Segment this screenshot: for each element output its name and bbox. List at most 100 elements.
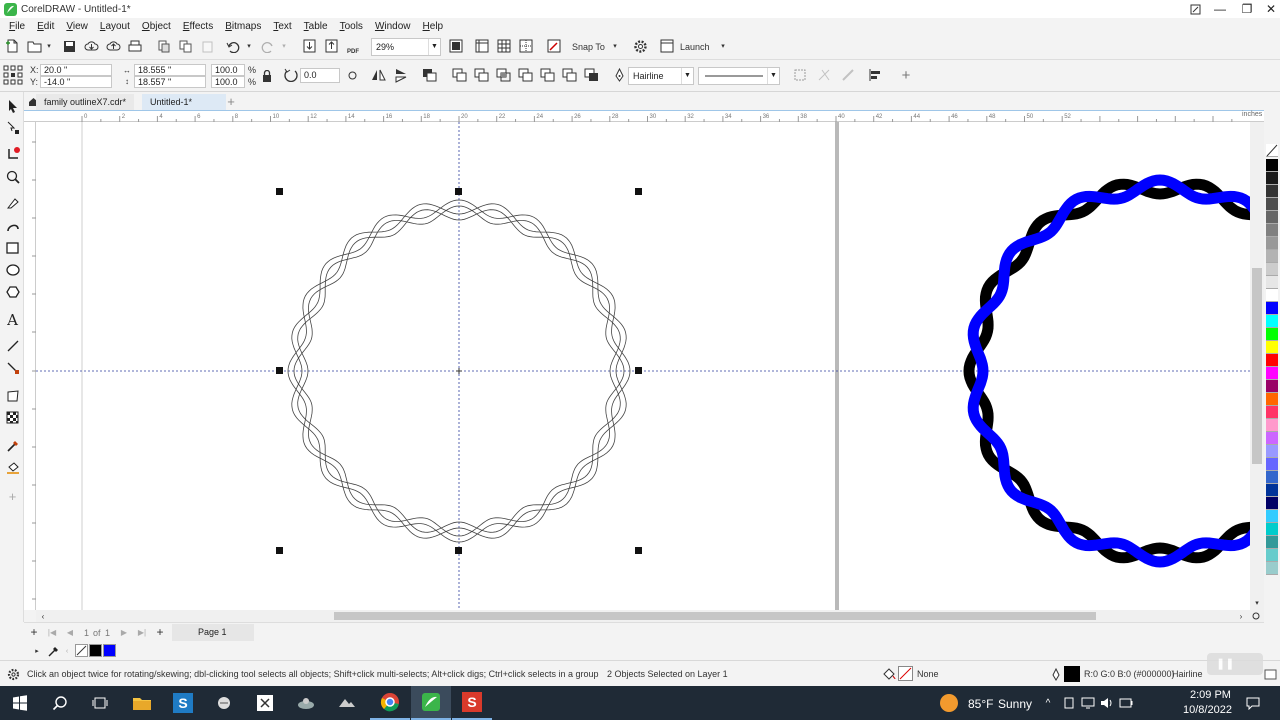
snap-to-dropdown-chevron-icon[interactable]: ▾ bbox=[610, 40, 620, 52]
notifications-icon[interactable] bbox=[1236, 686, 1270, 720]
palette-swatch[interactable] bbox=[1266, 432, 1278, 445]
minimize-button[interactable]: — bbox=[1207, 0, 1233, 18]
palette-swatch[interactable] bbox=[1266, 510, 1278, 523]
menu-layout[interactable]: Layout bbox=[100, 21, 130, 32]
vertical-scroll-thumb[interactable] bbox=[1252, 268, 1262, 464]
align-distribute-icon[interactable] bbox=[866, 67, 884, 83]
new-document-icon[interactable] bbox=[4, 38, 20, 54]
handle-bottom-middle[interactable] bbox=[455, 547, 462, 554]
windows-start-icon[interactable] bbox=[0, 686, 40, 720]
y-position-field[interactable]: -14.0 " bbox=[40, 76, 112, 88]
create-boundary-icon[interactable] bbox=[583, 67, 599, 83]
scroll-left-arrow-icon[interactable]: ‹ bbox=[38, 610, 48, 622]
scale-height-field[interactable]: 100.0 bbox=[211, 76, 245, 88]
palette-no-color-swatch[interactable] bbox=[1266, 144, 1278, 157]
open-folder-icon[interactable] bbox=[26, 38, 42, 54]
coreldraw-taskbar-icon[interactable] bbox=[411, 686, 451, 720]
parallel-dimension-tool-icon[interactable] bbox=[3, 336, 22, 355]
scroll-right-arrow-icon[interactable]: › bbox=[1236, 610, 1246, 622]
weather-condition[interactable]: Sunny bbox=[998, 697, 1032, 711]
object-origin-icon[interactable] bbox=[3, 65, 23, 85]
object-height-field[interactable]: 18.557 " bbox=[134, 76, 206, 88]
zoom-tool-icon[interactable] bbox=[3, 167, 22, 186]
connector-tool-icon[interactable] bbox=[3, 358, 22, 377]
scale-width-field[interactable]: 100.0 bbox=[211, 64, 245, 76]
snipping-tool-icon[interactable] bbox=[245, 686, 285, 720]
palette-swatch[interactable] bbox=[1266, 224, 1278, 237]
palette-swatch[interactable] bbox=[1266, 211, 1278, 224]
document-color-blue-swatch[interactable] bbox=[103, 644, 116, 657]
first-page-icon[interactable]: |◀ bbox=[46, 626, 58, 638]
polygon-tool-icon[interactable] bbox=[3, 282, 22, 301]
tray-device-icon[interactable] bbox=[1060, 686, 1078, 720]
palette-swatch[interactable] bbox=[1266, 263, 1278, 276]
mirror-vertical-icon[interactable] bbox=[393, 67, 409, 83]
save-icon[interactable] bbox=[61, 38, 77, 54]
restore-panel-icon[interactable] bbox=[1182, 0, 1208, 18]
palette-swatch[interactable] bbox=[1266, 315, 1278, 328]
video-pause-overlay[interactable]: ❚❚ bbox=[1207, 653, 1263, 675]
text-tool-icon[interactable]: A bbox=[3, 310, 22, 329]
show-rulers-icon[interactable] bbox=[474, 38, 490, 54]
palette-swatch[interactable] bbox=[1266, 549, 1278, 562]
back-minus-front-icon[interactable] bbox=[561, 67, 577, 83]
zoom-level-combo[interactable]: 29% ▼ bbox=[371, 38, 441, 56]
intersect-icon[interactable] bbox=[495, 67, 511, 83]
pick-tool-icon[interactable] bbox=[3, 96, 22, 115]
quick-trace-icon[interactable] bbox=[816, 67, 832, 83]
snap-to-icon[interactable] bbox=[546, 38, 562, 54]
artistic-media-tool-icon[interactable] bbox=[3, 216, 22, 235]
front-minus-back-icon[interactable] bbox=[539, 67, 555, 83]
cloud-download-icon[interactable] bbox=[83, 38, 99, 54]
document-palette-expand-icon[interactable]: ▸ bbox=[32, 645, 42, 657]
vertical-scrollbar[interactable]: ▾ bbox=[1250, 122, 1264, 610]
menu-object[interactable]: Object bbox=[142, 21, 171, 32]
add-page-before-plus-icon[interactable]: + bbox=[28, 625, 40, 639]
snap-to-label[interactable]: Snap To bbox=[572, 42, 605, 52]
crop-tool-icon[interactable] bbox=[3, 144, 22, 163]
quick-customize-plus-icon[interactable]: + bbox=[3, 487, 22, 506]
document-color-black-swatch[interactable] bbox=[89, 644, 102, 657]
palette-swatch[interactable] bbox=[1266, 484, 1278, 497]
weld-icon[interactable] bbox=[451, 67, 467, 83]
menu-text[interactable]: Text bbox=[273, 21, 291, 32]
launch-label[interactable]: Launch bbox=[680, 42, 710, 52]
scroll-down-arrow-icon[interactable]: ▾ bbox=[1252, 598, 1262, 608]
menu-file[interactable]: File bbox=[9, 21, 25, 32]
rotation-angle-field[interactable]: 0.0 bbox=[300, 68, 340, 83]
horizontal-ruler[interactable]: 0 2 4 6 8 10 12 14 16 18 20 22 24 26 28 30 32 34 36 38 40 42 4… bbox=[24, 110, 1264, 122]
weather-sun-icon[interactable] bbox=[940, 694, 958, 712]
palette-swatch[interactable] bbox=[1266, 393, 1278, 406]
handle-bottom-right[interactable] bbox=[635, 547, 642, 554]
undo-icon[interactable] bbox=[225, 38, 241, 54]
menu-bitmaps[interactable]: Bitmaps bbox=[225, 21, 261, 32]
palette-swatch[interactable] bbox=[1266, 445, 1278, 458]
palette-swatch[interactable] bbox=[1266, 471, 1278, 484]
no-color-swatch[interactable] bbox=[75, 644, 88, 657]
handle-middle-left[interactable] bbox=[276, 367, 283, 374]
palette-swatch[interactable] bbox=[1266, 419, 1278, 432]
redo-dropdown-chevron-icon[interactable]: ▾ bbox=[279, 40, 289, 52]
palette-swatch[interactable] bbox=[1266, 458, 1278, 471]
drawing-canvas[interactable] bbox=[36, 122, 1250, 610]
zoom-navigator-icon[interactable] bbox=[1250, 610, 1262, 622]
vertical-ruler[interactable] bbox=[24, 122, 36, 610]
palette-swatch[interactable] bbox=[1266, 562, 1278, 575]
rectangle-tool-icon[interactable] bbox=[3, 238, 22, 257]
weather-temperature[interactable]: 85°F bbox=[968, 697, 993, 711]
palette-swatch[interactable] bbox=[1266, 172, 1278, 185]
palette-swatch[interactable] bbox=[1266, 406, 1278, 419]
volume-icon[interactable] bbox=[1098, 686, 1116, 720]
add-page-after-plus-icon[interactable]: + bbox=[154, 625, 166, 639]
status-color-manager-icon[interactable] bbox=[1262, 666, 1278, 682]
status-settings-gear-icon[interactable] bbox=[6, 667, 20, 681]
palette-swatch[interactable] bbox=[1266, 367, 1278, 380]
menu-edit[interactable]: Edit bbox=[37, 21, 54, 32]
undo-dropdown-chevron-icon[interactable]: ▾ bbox=[244, 40, 254, 52]
fill-color-swatch[interactable] bbox=[898, 666, 913, 681]
previous-page-icon[interactable]: ◀ bbox=[64, 626, 76, 638]
menu-effects[interactable]: Effects bbox=[183, 21, 213, 32]
palette-swatch[interactable] bbox=[1266, 341, 1278, 354]
palette-swatch[interactable] bbox=[1266, 302, 1278, 315]
trim-icon[interactable] bbox=[473, 67, 489, 83]
